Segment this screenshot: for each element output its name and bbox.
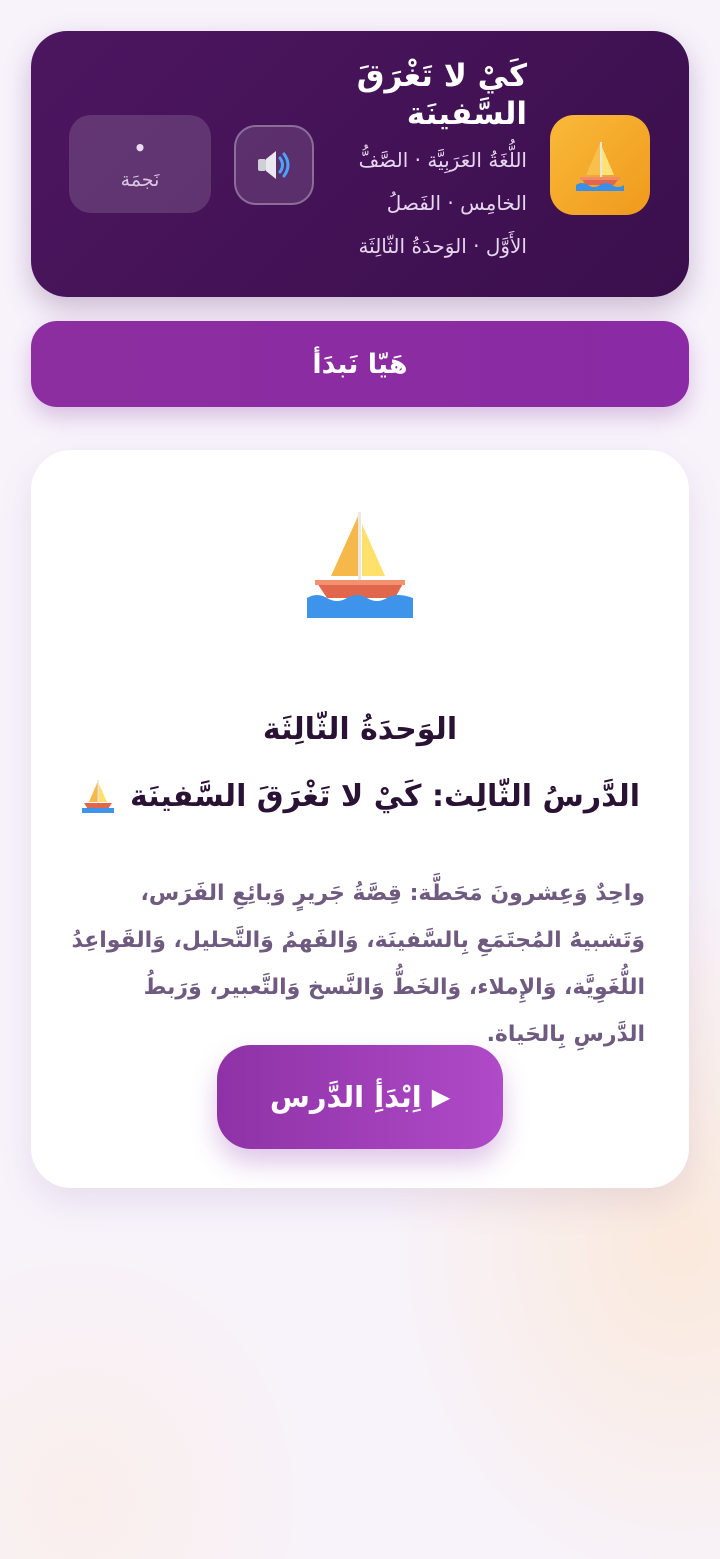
star-counter: • نَجمَة [69,115,211,213]
lesson-header-card: كَيْ لا تَغْرَقَ السَّفينَة اللُّغَةُ ال… [31,31,689,297]
sailboat-icon [82,780,114,813]
subtitle-line: اللُّغَةُ العَرَبِيَّة · الصَّفُّ [358,148,527,172]
header-subtitle: اللُّغَةُ العَرَبِيَّة · الصَّفُّ الخامِ… [297,139,527,268]
lesson-title-row: الدَّرسُ الثّالِث: كَيْ لا تَغْرَقَ السَ… [31,778,689,814]
subtitle-line: الأَوَّل · الوَحدَةُ الثّالِثَة [358,234,527,258]
sailboat-icon [550,115,650,215]
unit-title: الوَحدَةُ الثّالِثَة [262,712,458,747]
header-title: كَيْ لا تَغْرَقَ السَّفينَة [356,58,527,132]
play-icon: ▶ [431,1083,451,1111]
star-count: • [133,136,147,160]
speaker-icon [258,151,290,179]
star-label: نَجمَة [120,169,160,191]
subtitle-line: الخامِس · الفَصلُ [386,191,527,215]
lesson-title: الدَّرسُ الثّالِث: كَيْ لا تَغْرَقَ السَ… [130,778,641,814]
lesson-card: الوَحدَةُ الثّالِثَة الدَّرسُ الثّالِث: … [31,450,689,1188]
sailboat-hero-icon [31,508,689,620]
begin-lesson-button[interactable]: ▶ اِبْدَأِ الدَّرس [217,1045,503,1149]
lets-start-button[interactable]: هَيّا نَبدَأ [31,321,689,407]
begin-lesson-label: اِبْدَأِ الدَّرس [269,1080,422,1114]
lesson-description: واحِدٌ وَعِشرونَ مَحَطَّة: قِصَّةُ جَرير… [71,881,645,1047]
sound-button[interactable] [234,125,314,205]
